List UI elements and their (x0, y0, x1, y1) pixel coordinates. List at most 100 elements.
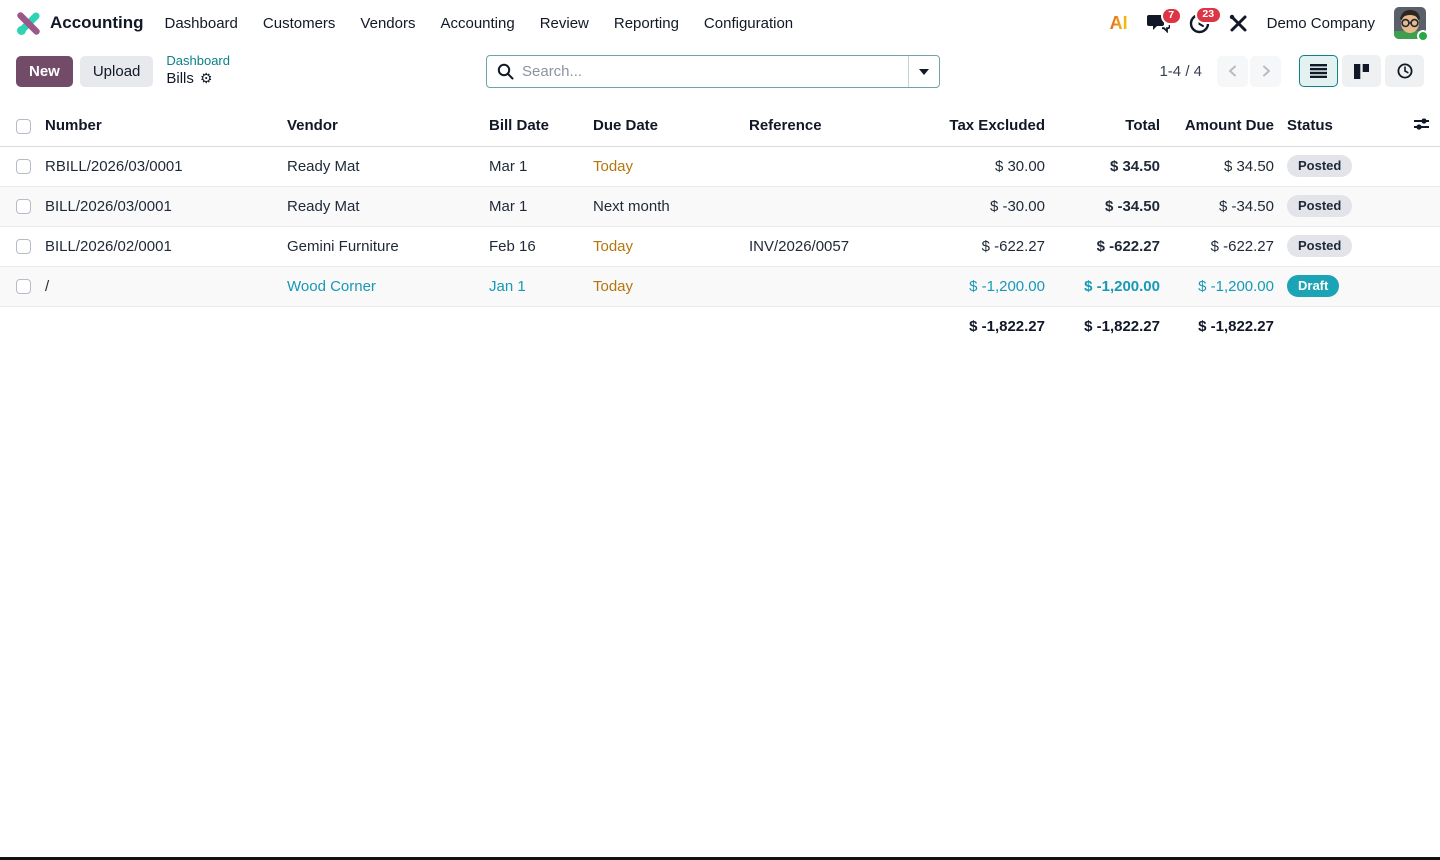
cell-due-date: Next month (593, 186, 749, 226)
list-view-button[interactable] (1299, 55, 1338, 87)
cell-amount-due: $ 34.50 (1160, 146, 1274, 186)
cell-amount-due: $ -34.50 (1160, 186, 1274, 226)
tools-button[interactable] (1229, 14, 1248, 33)
status-badge: Draft (1287, 275, 1339, 298)
cell-number: BILL/2026/02/0001 (45, 226, 287, 266)
menu-customers[interactable]: Customers (263, 15, 336, 32)
menu-accounting[interactable]: Accounting (440, 15, 514, 32)
footer-tax-excluded-total: $ -1,822.27 (929, 306, 1045, 346)
cell-amount-due: $ -622.27 (1160, 226, 1274, 266)
column-header-total[interactable]: Total (1045, 106, 1160, 146)
app-title: Accounting (50, 13, 144, 33)
app-brand[interactable]: Accounting (16, 11, 144, 36)
cell-reference: INV/2026/0057 (749, 226, 929, 266)
cell-tax-excluded: $ -1,200.00 (929, 266, 1045, 306)
cell-bill-date: Mar 1 (489, 186, 593, 226)
column-header-amount-due[interactable]: Amount Due (1160, 106, 1274, 146)
cell-total: $ 34.50 (1045, 146, 1160, 186)
cell-vendor: Gemini Furniture (287, 226, 489, 266)
optional-columns-icon[interactable] (1413, 117, 1430, 131)
gear-icon[interactable]: ⚙ (200, 70, 213, 86)
page-title: Bills (166, 70, 194, 89)
cell-total: $ -34.50 (1045, 186, 1160, 226)
pager-next-button[interactable] (1250, 56, 1281, 87)
breadcrumb-dashboard-link[interactable]: Dashboard (166, 53, 230, 69)
messages-button[interactable]: 7 (1147, 14, 1170, 33)
cell-vendor: Wood Corner (287, 266, 489, 306)
cell-vendor: Ready Mat (287, 146, 489, 186)
footer-total: $ -1,822.27 (1045, 306, 1160, 346)
table-row[interactable]: BILL/2026/03/0001Ready MatMar 1Next mont… (0, 186, 1440, 226)
status-badge: Posted (1287, 155, 1352, 178)
row-checkbox[interactable] (16, 239, 31, 254)
cell-tax-excluded: $ -30.00 (929, 186, 1045, 226)
cell-due-date: Today (593, 266, 749, 306)
kanban-view-icon (1354, 64, 1369, 79)
messages-count-badge: 7 (1161, 7, 1182, 26)
menu-reporting[interactable]: Reporting (614, 15, 679, 32)
column-header-status[interactable]: Status (1274, 106, 1404, 146)
activities-button[interactable]: 23 (1189, 13, 1210, 34)
crossed-tools-icon (1229, 14, 1248, 33)
accounting-app-icon (16, 11, 41, 36)
row-checkbox[interactable] (16, 279, 31, 294)
search-bar (486, 55, 940, 88)
column-header-due-date[interactable]: Due Date (593, 106, 749, 146)
cell-total: $ -1,200.00 (1045, 266, 1160, 306)
cell-tax-excluded: $ 30.00 (929, 146, 1045, 186)
list-view-icon (1310, 64, 1327, 78)
cell-total: $ -622.27 (1045, 226, 1160, 266)
menu-dashboard[interactable]: Dashboard (165, 15, 238, 32)
status-badge: Posted (1287, 235, 1352, 258)
table-row[interactable]: RBILL/2026/03/0001Ready MatMar 1Today$ 3… (0, 146, 1440, 186)
status-badge: Posted (1287, 195, 1352, 218)
cell-due-date: Today (593, 146, 749, 186)
kanban-view-button[interactable] (1342, 55, 1381, 87)
select-all-checkbox[interactable] (16, 119, 31, 134)
row-checkbox-cell (0, 226, 45, 266)
row-checkbox[interactable] (16, 159, 31, 174)
menu-review[interactable]: Review (540, 15, 589, 32)
row-checkbox-cell (0, 266, 45, 306)
column-header-bill-date[interactable]: Bill Date (489, 106, 593, 146)
pager-previous-button[interactable] (1217, 56, 1248, 87)
column-header-number[interactable]: Number (45, 106, 287, 146)
column-header-tax-excluded[interactable]: Tax Excluded (929, 106, 1045, 146)
menu-configuration[interactable]: Configuration (704, 15, 793, 32)
main-menu: Dashboard Customers Vendors Accounting R… (165, 15, 794, 32)
cell-bill-date: Feb 16 (489, 226, 593, 266)
cell-reference (749, 186, 929, 226)
control-panel: New Upload Dashboard Bills ⚙ 1-4 / 4 (0, 46, 1440, 96)
cell-due-date: Today (593, 226, 749, 266)
cell-amount-due: $ -1,200.00 (1160, 266, 1274, 306)
table-header-row: Number Vendor Bill Date Due Date Referen… (0, 106, 1440, 146)
cell-bill-date: Jan 1 (489, 266, 593, 306)
column-header-reference[interactable]: Reference (749, 106, 929, 146)
cell-status: Posted (1274, 146, 1404, 186)
view-switcher (1299, 55, 1424, 87)
new-button[interactable]: New (16, 56, 73, 87)
user-menu[interactable] (1394, 7, 1426, 39)
menu-vendors[interactable]: Vendors (360, 15, 415, 32)
cell-status: Posted (1274, 226, 1404, 266)
bills-table-body: RBILL/2026/03/0001Ready MatMar 1Today$ 3… (0, 146, 1440, 306)
activity-view-button[interactable] (1385, 55, 1424, 87)
breadcrumb: Dashboard Bills ⚙ (166, 53, 230, 89)
pager-and-views: 1-4 / 4 (1159, 55, 1424, 87)
footer-amount-due-total: $ -1,822.27 (1160, 306, 1274, 346)
cell-status: Posted (1274, 186, 1404, 226)
cell-vendor: Ready Mat (287, 186, 489, 226)
search-input[interactable] (522, 63, 908, 80)
search-filters-toggle[interactable] (908, 56, 939, 87)
table-row[interactable]: /Wood CornerJan 1Today$ -1,200.00$ -1,20… (0, 266, 1440, 306)
search-icon (487, 63, 522, 80)
table-row[interactable]: BILL/2026/02/0001Gemini FurnitureFeb 16T… (0, 226, 1440, 266)
row-checkbox-cell (0, 146, 45, 186)
ai-icon[interactable]: AI (1110, 13, 1128, 34)
online-status-dot (1417, 30, 1429, 42)
cell-reference (749, 146, 929, 186)
row-checkbox[interactable] (16, 199, 31, 214)
column-header-vendor[interactable]: Vendor (287, 106, 489, 146)
company-switcher[interactable]: Demo Company (1267, 15, 1375, 32)
upload-button[interactable]: Upload (80, 56, 154, 87)
